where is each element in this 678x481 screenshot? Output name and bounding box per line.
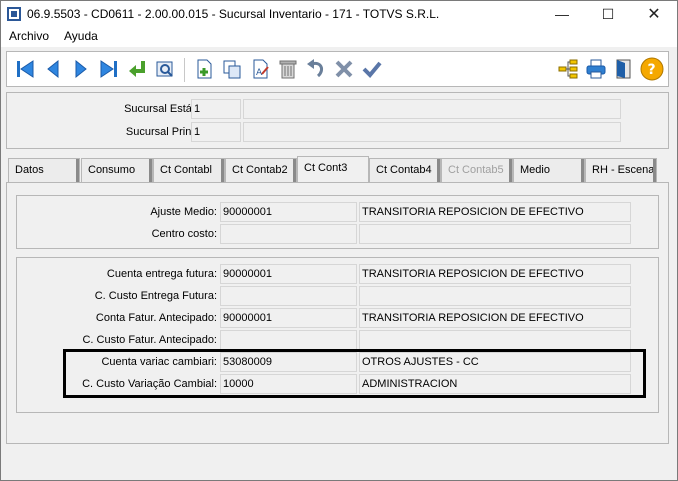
- close-button[interactable]: ✕: [631, 1, 677, 27]
- delete-icon[interactable]: [275, 56, 301, 82]
- tab-datos[interactable]: Datos: [8, 158, 80, 182]
- tab-consumo[interactable]: Consumo: [81, 158, 153, 182]
- tab-medio[interactable]: Medio: [513, 158, 585, 182]
- sucursal-principal-field[interactable]: 1: [191, 122, 241, 142]
- tab-label: Ct Contab5: [448, 164, 504, 176]
- help-icon[interactable]: ?: [639, 56, 665, 82]
- tab-label: Datos: [15, 164, 44, 176]
- custo-entrega-futura-desc: [359, 286, 631, 306]
- app-logo-icon: [7, 7, 21, 21]
- tab-ct-contab2[interactable]: Ct Contab2: [225, 158, 297, 182]
- cuenta-entrega-futura-field[interactable]: 90000001: [220, 264, 357, 284]
- cuenta-entrega-futura-label: Cuenta entrega futura:: [106, 268, 217, 280]
- tab-label: Consumo: [88, 164, 136, 176]
- ajuste-group: Ajuste Medio: 90000001 TRANSITORIA REPOS…: [16, 195, 659, 249]
- conta-fatur-antecipado-desc: TRANSITORIA REPOSICION DE EFECTIVO: [359, 308, 631, 328]
- tab-rh-escena[interactable]: RH - Escena: [585, 158, 657, 182]
- previous-record-icon[interactable]: [40, 56, 66, 82]
- undo-icon[interactable]: [303, 56, 329, 82]
- custo-entrega-futura-label: C. Custo Entrega Futura:: [94, 290, 217, 302]
- edit-record-icon[interactable]: A: [247, 56, 273, 82]
- tab-ct-contab5: Ct Contab5: [441, 158, 513, 182]
- tab-label: Medio: [520, 164, 550, 176]
- centro-costo-field[interactable]: [220, 224, 357, 244]
- centro-costo-label: Centro costo:: [151, 228, 217, 240]
- ajuste-medio-label: Ajuste Medio:: [150, 206, 217, 218]
- minimize-button[interactable]: —: [539, 1, 585, 27]
- app-window: 06.9.5503 - CD0611 - 2.00.00.015 - Sucur…: [0, 0, 678, 481]
- custo-fatur-antecipado-desc: [359, 330, 631, 350]
- menu-archivo[interactable]: Archivo: [7, 29, 51, 43]
- cancel-icon[interactable]: [331, 56, 357, 82]
- sucursal-estandar-field[interactable]: 1: [191, 99, 241, 119]
- tab-label: Ct Contab4: [376, 164, 432, 176]
- tab-label: Ct Contab2: [232, 164, 288, 176]
- maximize-button[interactable]: ☐: [585, 1, 631, 27]
- custo-fatur-antecipado-label: C. Custo Fatur. Antecipado:: [82, 334, 217, 346]
- copy-record-icon[interactable]: [219, 56, 245, 82]
- tree-view-icon[interactable]: [555, 56, 581, 82]
- print-icon[interactable]: [583, 56, 609, 82]
- ajuste-medio-desc: TRANSITORIA REPOSICION DE EFECTIVO: [359, 202, 631, 222]
- menu-ayuda[interactable]: Ayuda: [62, 29, 100, 43]
- sucursal-estandar-desc: [243, 99, 621, 119]
- tab-ct-cont3[interactable]: Ct Cont3: [297, 156, 369, 182]
- conta-fatur-antecipado-label: Conta Fatur. Antecipado:: [95, 312, 217, 324]
- custo-fatur-antecipado-field[interactable]: [220, 330, 357, 350]
- highlight-box: [63, 349, 646, 398]
- last-record-icon[interactable]: [96, 56, 122, 82]
- sucursal-principal-desc: [243, 122, 621, 142]
- new-record-icon[interactable]: [191, 56, 217, 82]
- tab-label: RH - Escena: [592, 164, 655, 176]
- exit-icon[interactable]: [611, 56, 637, 82]
- ajuste-medio-field[interactable]: 90000001: [220, 202, 357, 222]
- tab-label: Ct Cont3: [304, 162, 348, 174]
- window-title: 06.9.5503 - CD0611 - 2.00.00.015 - Sucur…: [27, 7, 440, 21]
- toolbar-separator: [184, 58, 185, 82]
- title-bar: 06.9.5503 - CD0611 - 2.00.00.015 - Sucur…: [1, 1, 677, 27]
- goto-icon[interactable]: [124, 56, 150, 82]
- tab-bar: Datos Consumo Ct Contabl Ct Contab2 Ct C…: [6, 156, 669, 182]
- custo-entrega-futura-field[interactable]: [220, 286, 357, 306]
- search-icon[interactable]: [152, 56, 178, 82]
- svg-text:?: ?: [648, 62, 656, 78]
- tab-ct-contabl[interactable]: Ct Contabl: [153, 158, 225, 182]
- conta-fatur-antecipado-field[interactable]: 90000001: [220, 308, 357, 328]
- confirm-icon[interactable]: [359, 56, 385, 82]
- centro-costo-desc: [359, 224, 631, 244]
- tab-panel-ct-cont3: Ajuste Medio: 90000001 TRANSITORIA REPOS…: [6, 182, 669, 444]
- menu-bar: Archivo Ayuda: [1, 27, 677, 47]
- toolbar: A ?: [6, 51, 669, 87]
- tab-ct-contab4[interactable]: Ct Contab4: [369, 158, 441, 182]
- tab-label: Ct Contabl: [160, 164, 212, 176]
- header-panel: Sucursal Estándar: 1 Sucursal Principal:…: [6, 92, 669, 149]
- next-record-icon[interactable]: [68, 56, 94, 82]
- cuenta-entrega-futura-desc: TRANSITORIA REPOSICION DE EFECTIVO: [359, 264, 631, 284]
- first-record-icon[interactable]: [12, 56, 38, 82]
